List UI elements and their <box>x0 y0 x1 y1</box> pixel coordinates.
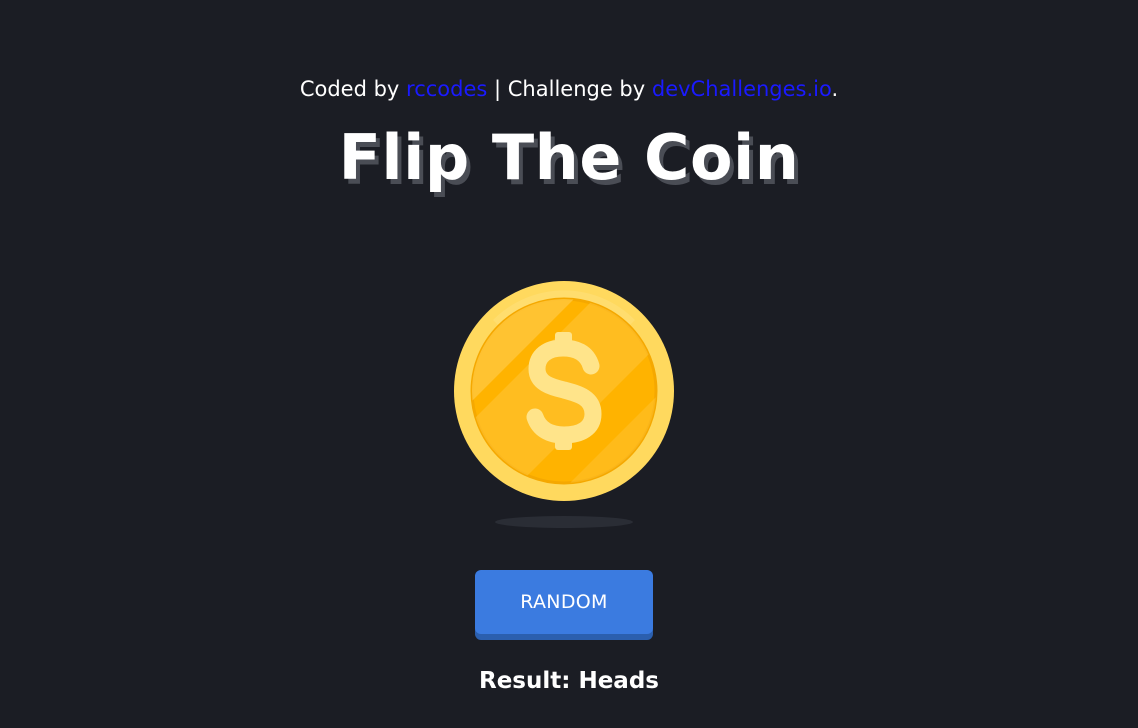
random-button[interactable]: RANDOM <box>475 570 653 634</box>
page: Coded by rccodes | Challenge by devChall… <box>0 0 1138 728</box>
challenge-link[interactable]: devChallenges.io <box>652 77 832 101</box>
coin-shadow <box>495 516 633 528</box>
credits-prefix: Coded by <box>299 77 407 101</box>
dollar-coin-icon <box>453 280 675 502</box>
credits-line: Coded by rccodes | Challenge by devChall… <box>0 74 1138 104</box>
page-title: Flip The Coin <box>338 121 800 194</box>
credits-suffix: . <box>831 77 839 101</box>
result-text: Result: Heads <box>479 668 659 694</box>
author-link[interactable]: rccodes <box>406 77 487 101</box>
credits-separator: | Challenge by <box>487 77 652 101</box>
